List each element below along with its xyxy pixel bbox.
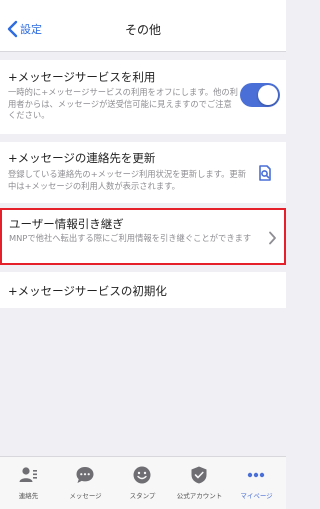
plus-service-title: +メッセージサービスを利用 — [8, 70, 156, 84]
contacts-update-row[interactable]: +メッセージの連絡先を更新 登録している連絡先の+メッセージ利用状況を更新します… — [0, 142, 286, 203]
contacts-update-title: +メッセージの連絡先を更新 — [8, 151, 156, 165]
tab-label-official-accounts: 公式アカウント — [176, 492, 223, 500]
mypage-icon — [247, 472, 265, 478]
tab-bar: 連絡先 メッセージ スタンプ 公式アカウント マイページ — [0, 456, 286, 509]
chevron-right-icon — [269, 231, 276, 245]
stamp-icon — [133, 466, 151, 484]
status-area — [0, 0, 286, 8]
contacts-icon — [19, 467, 37, 482]
tab-contacts[interactable]: 連絡先 — [0, 457, 57, 509]
reset-service-row[interactable]: +メッセージサービスの初期化 — [0, 272, 286, 308]
message-icon — [76, 467, 94, 483]
page-title: その他 — [124, 23, 161, 37]
search-document-icon[interactable] — [256, 164, 274, 182]
user-transfer-title: ユーザー情報引き継ぎ — [9, 217, 124, 231]
tab-label-stamps: スタンプ — [129, 492, 156, 500]
reset-title: +メッセージサービスの初期化 — [8, 284, 167, 298]
tab-messages[interactable]: メッセージ — [57, 457, 114, 509]
plus-message-service-row: +メッセージサービスを利用 一時的に+メッセージサービスの利用をオフにします。他… — [0, 60, 286, 134]
plus-service-toggle[interactable] — [240, 83, 280, 107]
contacts-update-description: 登録している連絡先の+メッセージ利用状況を更新します。更新中は+メッセージの利用… — [8, 169, 247, 191]
tab-official-accounts[interactable]: 公式アカウント — [171, 457, 228, 509]
navigation-bar: 設定 その他 — [0, 8, 286, 52]
tab-label-messages: メッセージ — [69, 492, 102, 500]
tab-stamps[interactable]: スタンプ — [114, 457, 171, 509]
tab-mypage[interactable]: マイページ — [228, 457, 285, 509]
tab-label-contacts: 連絡先 — [18, 492, 39, 500]
user-transfer-description: MNPで他社へ転出する際にご利用情報を引き継ぐことができます — [9, 233, 252, 243]
official-account-icon — [191, 466, 207, 484]
tab-label-mypage: マイページ — [240, 492, 273, 500]
user-info-transfer-row[interactable]: ユーザー情報引き継ぎ MNPで他社へ転出する際にご利用情報を引き継ぐことができま… — [0, 208, 286, 265]
plus-service-description: 一時的に+メッセージサービスの利用をオフにします。他の利用者からは、メッセージが… — [8, 87, 238, 120]
toggle-knob — [258, 85, 278, 105]
